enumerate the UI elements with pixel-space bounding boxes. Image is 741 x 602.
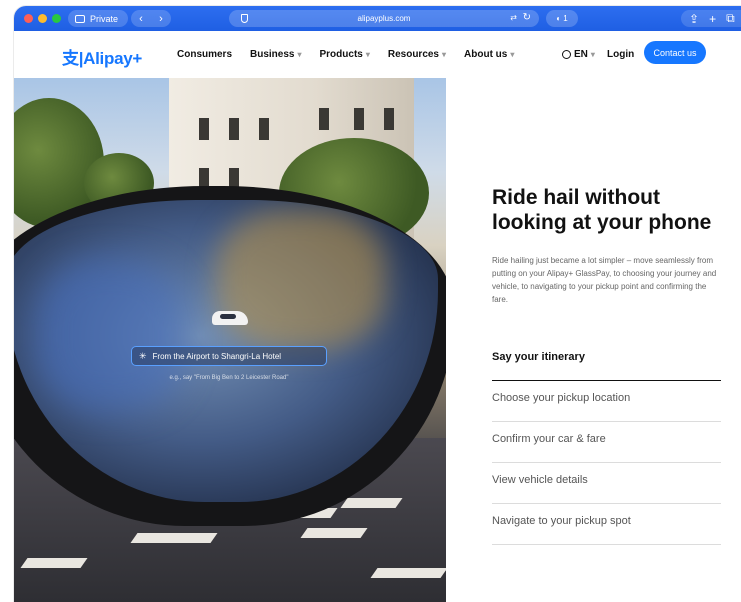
voice-prompt-text: From the Airport to Shangri-La Hotel bbox=[152, 351, 282, 361]
translate-icon[interactable]: ⇄ bbox=[510, 13, 517, 22]
extension-button[interactable]: ◐ 1 bbox=[546, 10, 578, 27]
voice-prompt-box: ✳ From the Airport to Shangri-La Hotel bbox=[131, 346, 327, 366]
url-text: alipayplus.com bbox=[357, 14, 411, 23]
menu-item-consumers[interactable]: Consumers bbox=[177, 49, 232, 60]
forward-icon[interactable]: › bbox=[159, 13, 163, 25]
step-view-vehicle[interactable]: View vehicle details bbox=[492, 463, 721, 504]
toolbar-actions: ⇪ + ⧉ bbox=[681, 10, 741, 27]
login-link[interactable]: Login bbox=[607, 49, 634, 60]
loading-spinner-icon: ✳ bbox=[139, 350, 147, 361]
menu-item-products[interactable]: Products ▾ bbox=[320, 49, 370, 60]
step-confirm-car-fare[interactable]: Confirm your car & fare bbox=[492, 422, 721, 463]
tab-overview-icon[interactable]: ⧉ bbox=[726, 11, 735, 26]
history-nav: ‹ › bbox=[131, 10, 171, 27]
contact-us-button[interactable]: Contact us bbox=[644, 41, 706, 64]
address-bar[interactable]: alipayplus.com ⇄ ↻ bbox=[229, 10, 539, 27]
browser-toolbar: Private ‹ › alipayplus.com ⇄ ↻ ◐ 1 ⇪ + ⧉ bbox=[14, 6, 741, 31]
close-window-button[interactable] bbox=[24, 14, 33, 23]
extension-badge: 1 bbox=[563, 14, 568, 23]
new-tab-icon[interactable]: + bbox=[709, 12, 716, 26]
chevron-down-icon: ▾ bbox=[297, 50, 302, 59]
maximize-window-button[interactable] bbox=[52, 14, 61, 23]
language-label: EN bbox=[574, 49, 588, 60]
private-label: Private bbox=[90, 13, 119, 24]
step-say-itinerary[interactable]: Say your itinerary bbox=[492, 340, 721, 381]
globe-icon bbox=[562, 50, 571, 59]
chevron-down-icon: ▾ bbox=[510, 50, 515, 59]
menu-item-business[interactable]: Business ▾ bbox=[250, 49, 301, 60]
chevron-down-icon: ▾ bbox=[442, 50, 447, 59]
chevron-down-icon: ▾ bbox=[365, 50, 370, 59]
car-icon bbox=[212, 311, 248, 325]
reload-icon[interactable]: ↻ bbox=[523, 12, 531, 23]
step-navigate-pickup[interactable]: Navigate to your pickup spot bbox=[492, 504, 721, 545]
alipay-plus-logo[interactable]: 支|Alipay+ bbox=[62, 44, 142, 69]
privacy-shield-icon bbox=[241, 14, 248, 23]
feature-description: Ride hailing just became a lot simpler –… bbox=[492, 256, 717, 304]
page-title: Ride hail without looking at your phone bbox=[492, 186, 712, 234]
sidebar-toggle-button[interactable]: Private bbox=[68, 10, 128, 27]
language-selector[interactable]: EN ▾ bbox=[562, 49, 595, 60]
minimize-window-button[interactable] bbox=[38, 14, 47, 23]
menu-item-resources[interactable]: Resources ▾ bbox=[388, 49, 446, 60]
back-icon[interactable]: ‹ bbox=[139, 13, 143, 25]
browser-window: Private ‹ › alipayplus.com ⇄ ↻ ◐ 1 ⇪ + ⧉… bbox=[14, 6, 741, 602]
hero-image: ✳ From the Airport to Shangri-La Hotel e… bbox=[14, 78, 446, 602]
share-icon[interactable]: ⇪ bbox=[689, 12, 699, 26]
menu-item-about-us[interactable]: About us ▾ bbox=[464, 49, 514, 60]
main-menu: Consumers Business ▾ Products ▾ Resources ▾… bbox=[177, 49, 514, 60]
step-choose-pickup[interactable]: Choose your pickup location bbox=[492, 381, 721, 422]
chevron-down-icon: ▾ bbox=[590, 50, 595, 59]
extension-icon: ◐ bbox=[556, 14, 564, 23]
sidebar-icon bbox=[75, 14, 85, 23]
site-header: 支|Alipay+ Consumers Business ▾ Products ▾ … bbox=[14, 31, 741, 78]
voice-hint-text: e.g., say "From Big Ben to 2 Leicester R… bbox=[169, 375, 289, 381]
